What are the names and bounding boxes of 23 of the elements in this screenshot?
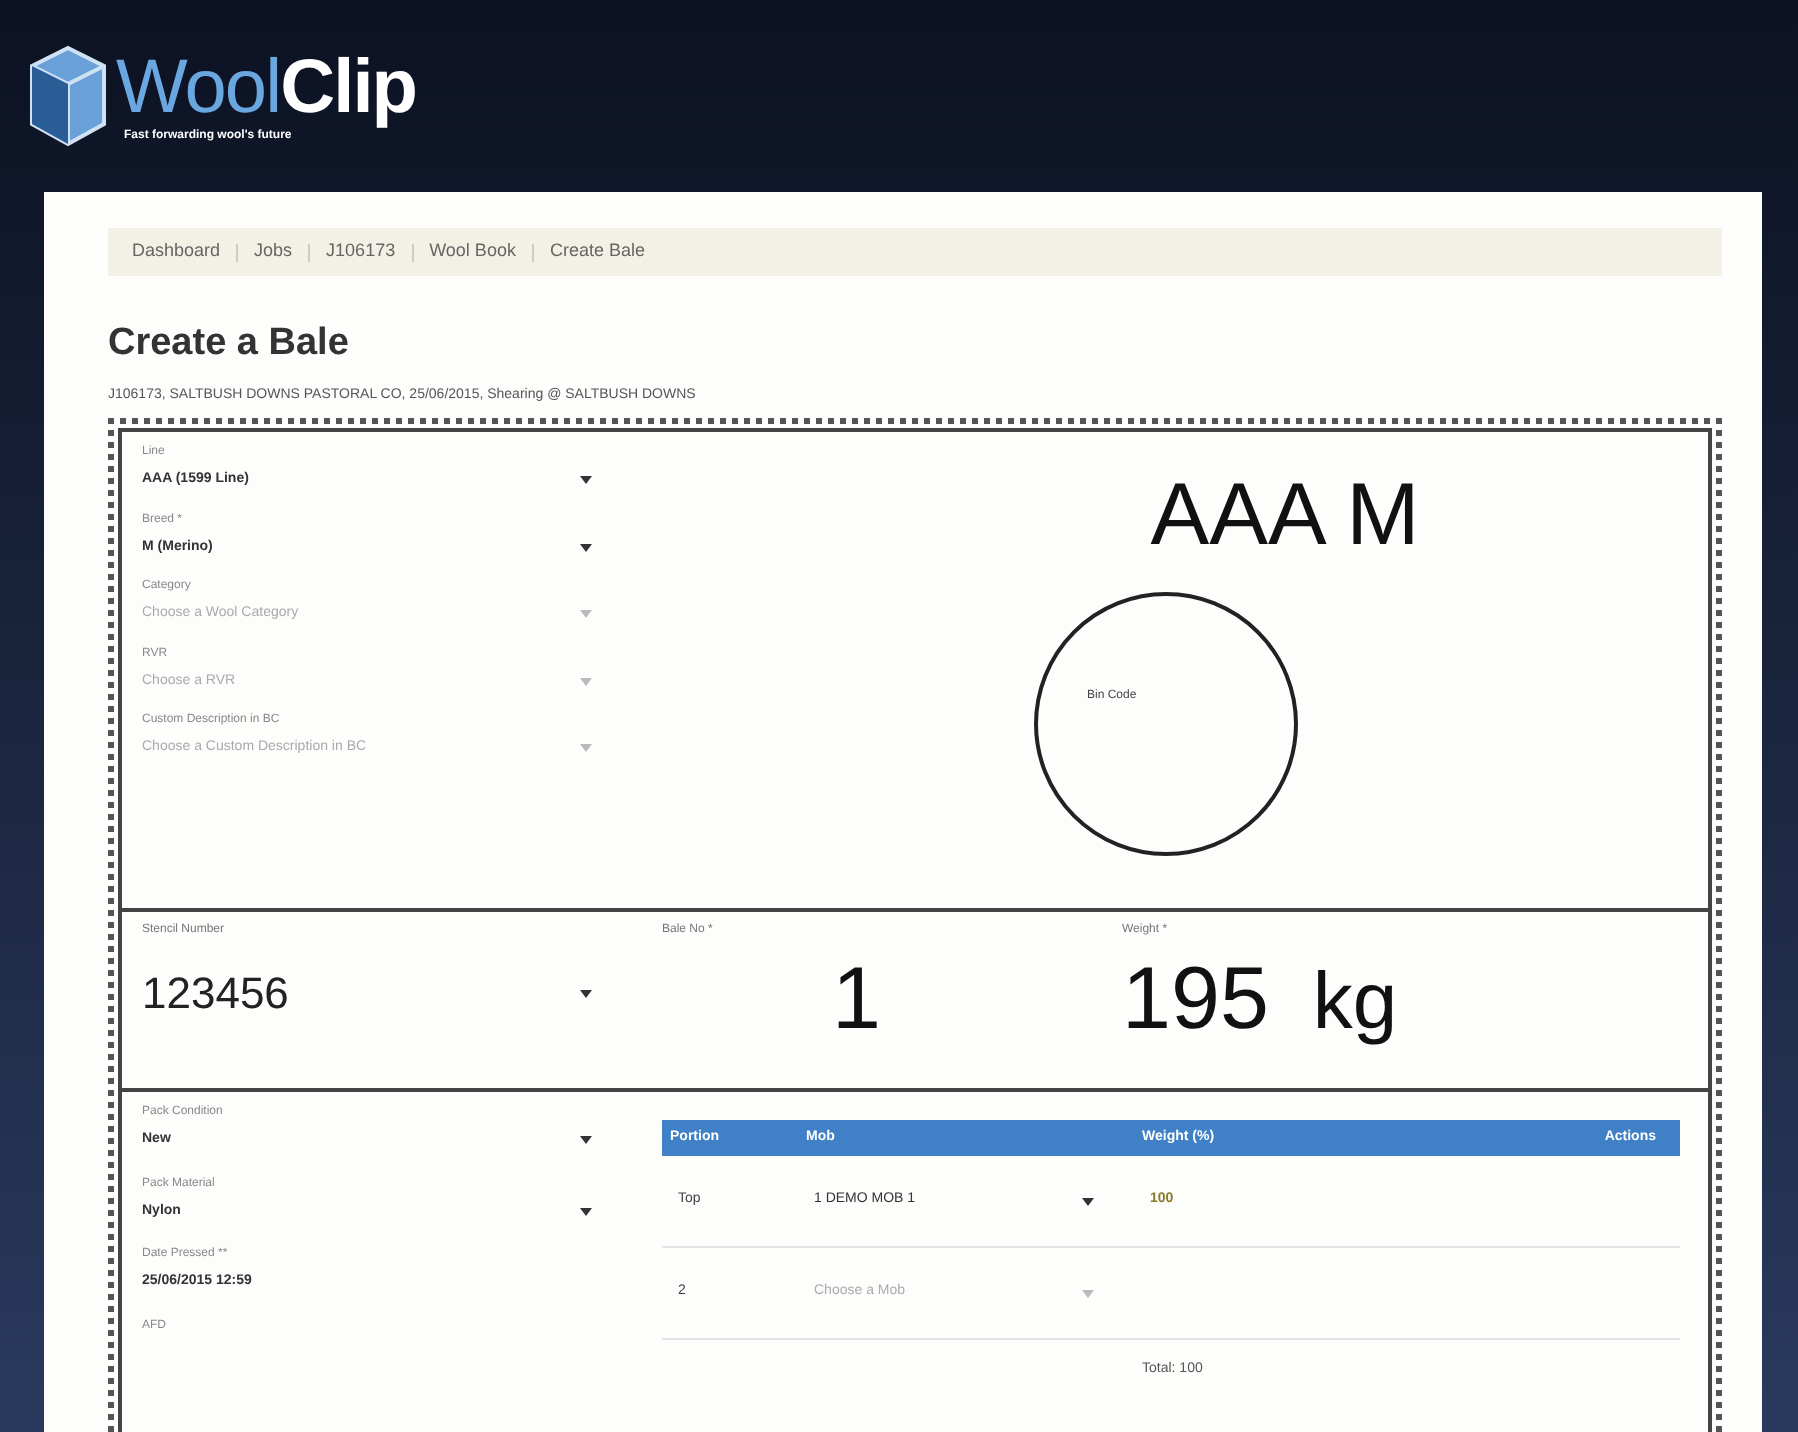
caret-icon xyxy=(1082,1289,1094,1297)
bale-code: AAA M xyxy=(1150,468,1420,564)
logo-wordmark: WoolClip xyxy=(116,47,417,127)
caret-icon xyxy=(580,677,592,686)
weight-field[interactable]: 195 xyxy=(1122,952,1269,1048)
breadcrumb-link[interactable]: Jobs xyxy=(254,238,293,266)
caret-icon xyxy=(580,610,592,619)
page-title: Create a Bale xyxy=(108,320,351,368)
caret-icon xyxy=(580,989,592,997)
breadcrumb-link[interactable]: Wool Book xyxy=(429,238,516,266)
cube-logo-icon xyxy=(28,44,108,148)
breadcrumb-link[interactable]: Dashboard xyxy=(132,238,221,266)
breadcrumb-current: Create Bale xyxy=(549,238,645,265)
caret-icon xyxy=(580,543,592,552)
bale-number-field[interactable]: 1 xyxy=(832,952,881,1048)
caret-icon xyxy=(580,476,592,485)
caret-icon xyxy=(1082,1197,1094,1205)
weight-unit: kg xyxy=(1312,956,1398,1050)
caret-icon xyxy=(580,1136,592,1145)
stencil-select[interactable]: 123456 xyxy=(142,960,592,1026)
breadcrumb-link[interactable]: J106173 xyxy=(326,238,396,266)
caret-icon xyxy=(580,744,592,753)
caret-icon xyxy=(580,1207,592,1216)
